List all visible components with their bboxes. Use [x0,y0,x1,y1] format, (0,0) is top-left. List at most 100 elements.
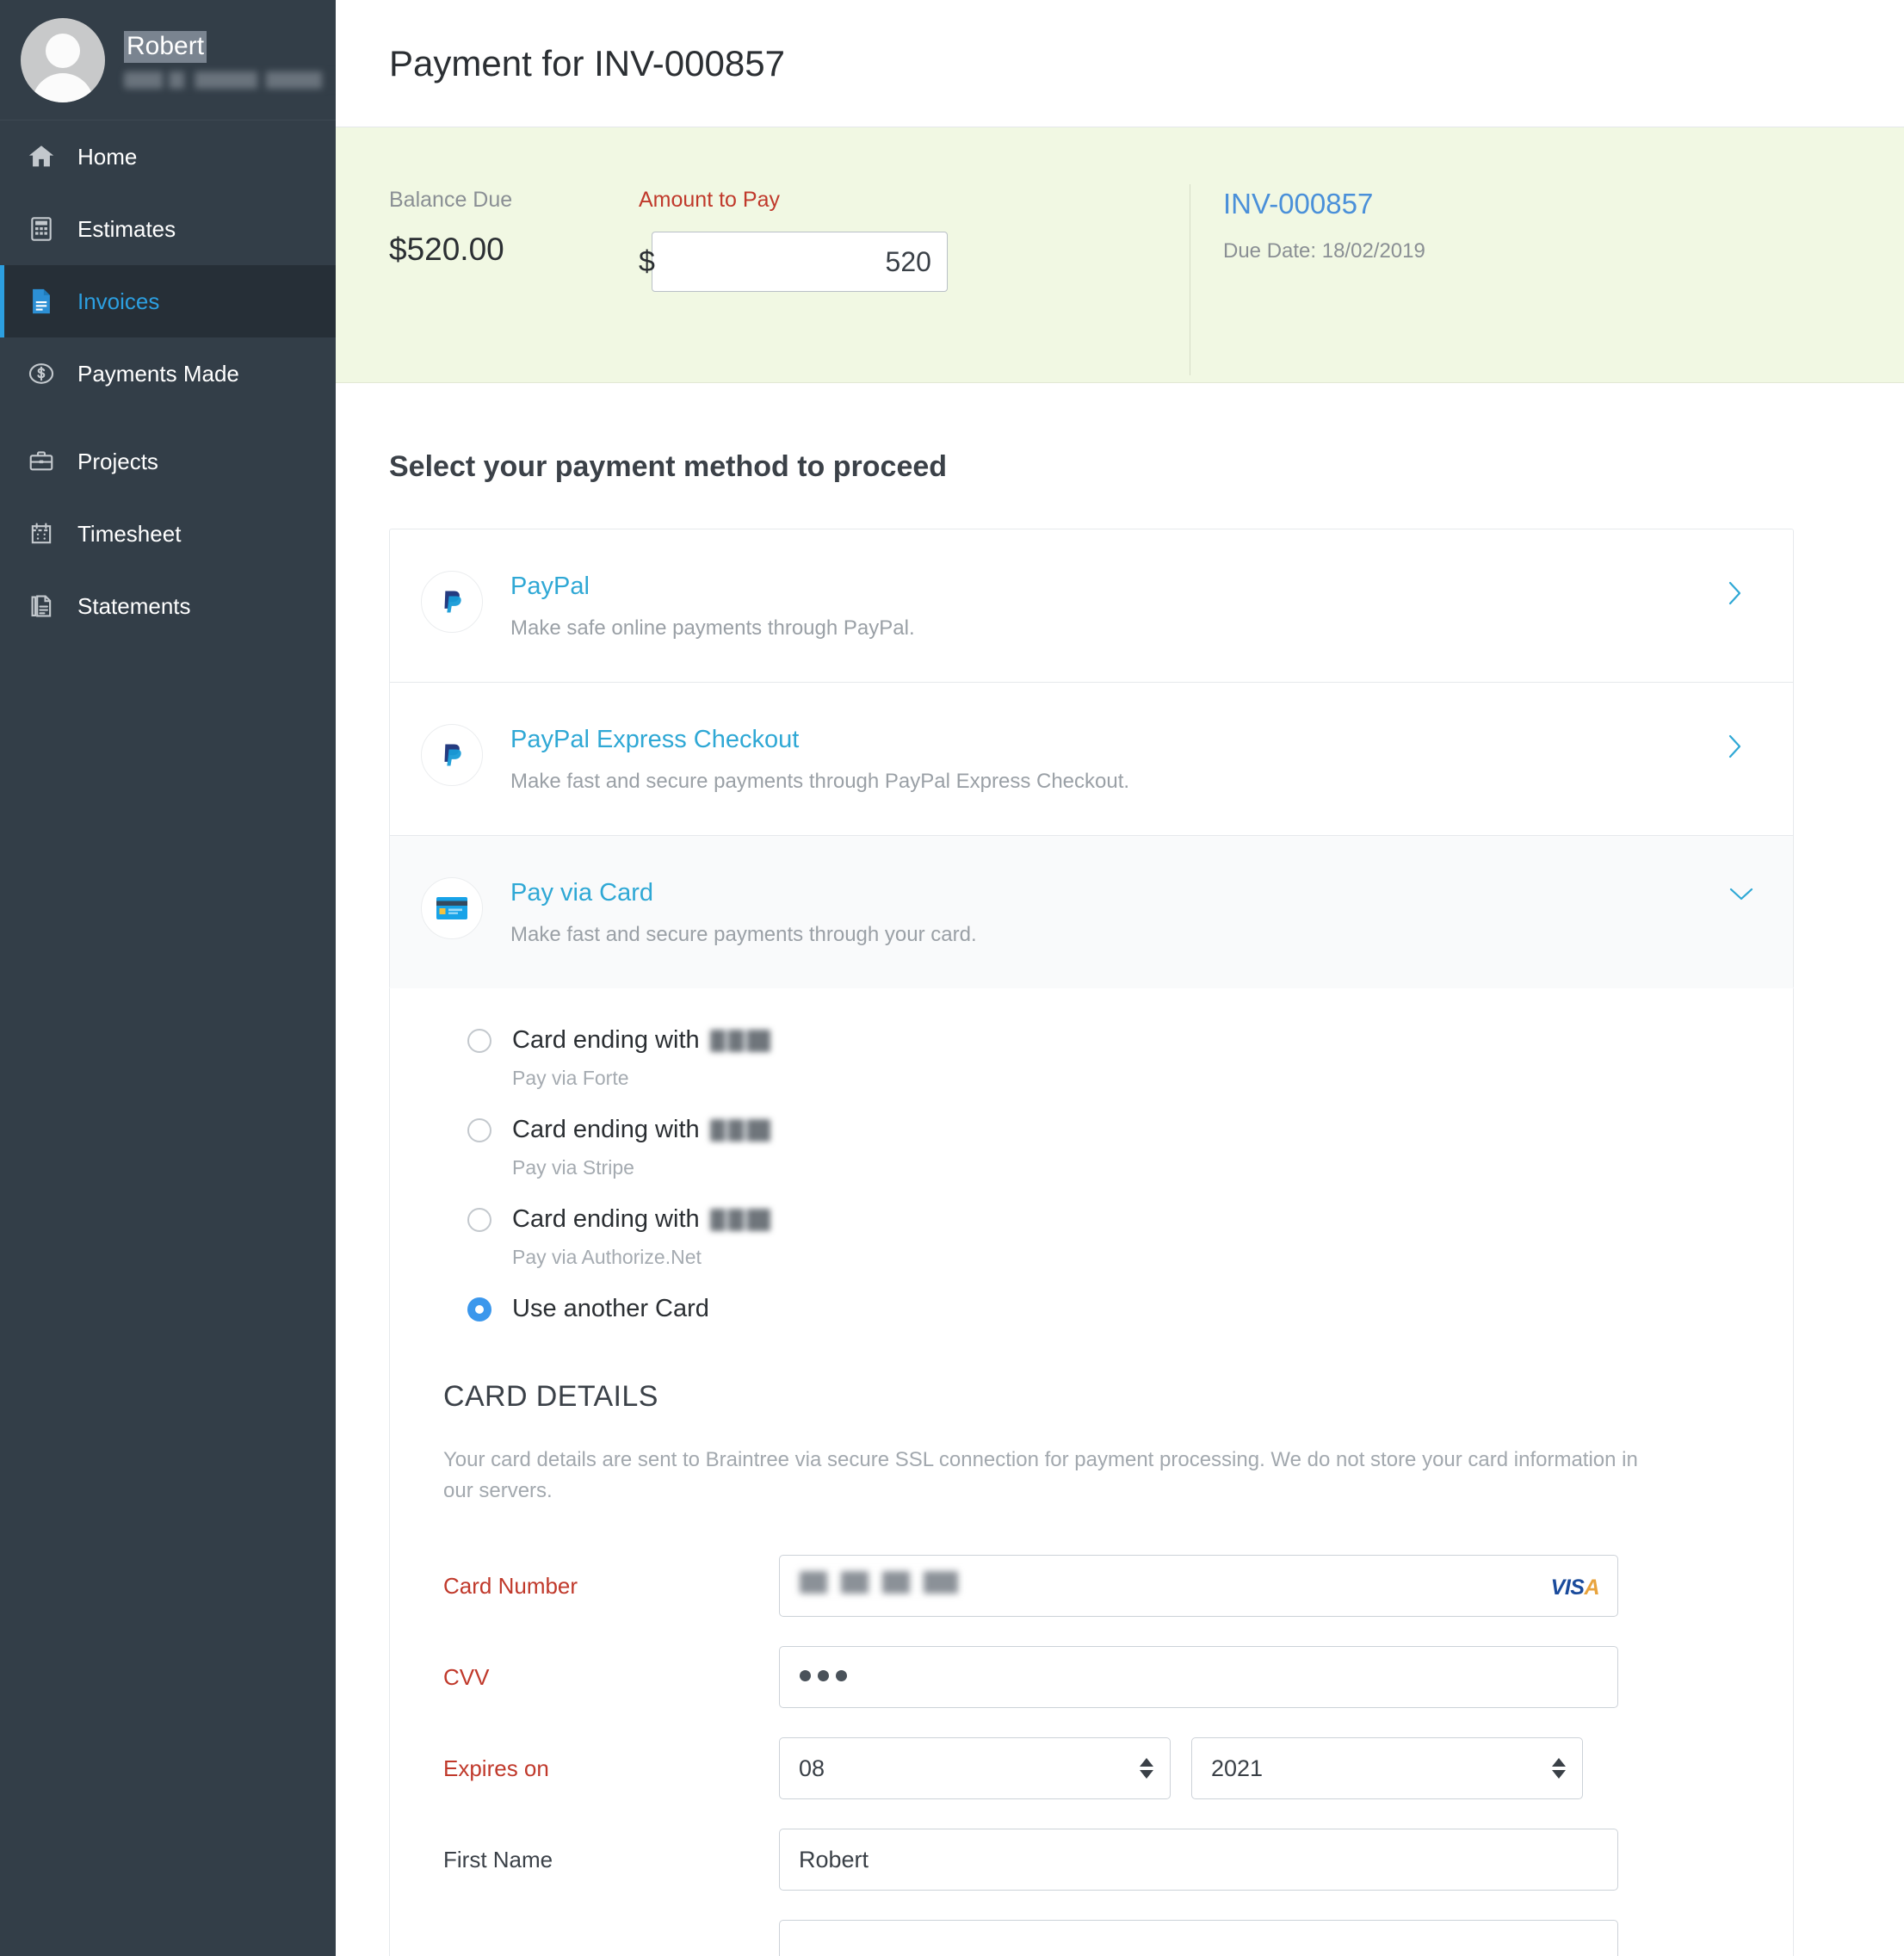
cvv-label: CVV [443,1663,490,1690]
payment-body: Select your payment method to proceed Pa… [336,383,1904,1956]
radio-saved-card-authorizenet[interactable] [467,1207,491,1232]
chevron-right-icon[interactable] [1724,724,1759,768]
chevron-down-icon[interactable] [1724,877,1759,909]
sidebar-item-label: Projects [77,448,158,474]
sidebar-item-home[interactable]: Home [0,121,336,193]
balance-due-block: Balance Due $520.00 [389,188,639,268]
masked-card-digits [709,1118,770,1142]
invoice-info-block: INV-000857 Due Date: 18/02/2019 [1190,188,1425,263]
expiry-month-select[interactable] [779,1737,1171,1799]
profile-email-masked [124,71,339,89]
profile-name: Robert [124,31,207,63]
radio-use-another-card[interactable] [467,1297,491,1322]
payment-method-title: PayPal Express Checkout [510,726,800,753]
last-name-input[interactable] [779,1920,1618,1956]
card-payment-panel: Card ending with Pay via Forte Card endi… [389,988,1794,1956]
expiry-year-select[interactable] [1191,1737,1583,1799]
payment-method-title: PayPal [510,573,590,600]
sidebar-item-label: Estimates [77,215,176,242]
statement-icon [21,592,62,620]
payment-method-title: Pay via Card [510,879,654,907]
profile-block[interactable]: Robert [0,0,339,121]
sidebar-item-invoices[interactable]: Invoices [0,265,336,337]
cvv-input[interactable] [779,1646,1618,1708]
avatar [21,17,105,102]
saved-card-gateway: Pay via Authorize.Net [512,1246,702,1268]
credit-card-icon [421,877,483,939]
field-row-cvv: CVV [443,1646,1793,1708]
invoice-number-link[interactable]: INV-000857 [1223,188,1425,220]
sidebar-item-label: Home [77,143,138,170]
payment-method-card[interactable]: Pay via Card Make fast and secure paymen… [390,836,1793,988]
calculator-icon [21,215,62,243]
saved-card-label: Card ending with [512,1205,700,1233]
chevron-right-icon[interactable] [1724,571,1759,615]
sidebar-item-timesheet[interactable]: Timesheet [0,498,336,570]
first-name-input[interactable] [779,1829,1618,1891]
page-header: Payment for INV-000857 [336,0,1904,127]
saved-card-label: Card ending with [512,1116,700,1143]
sidebar-item-estimates[interactable]: Estimates [0,193,336,265]
paypal-icon [421,571,483,633]
section-title: Select your payment method to proceed [389,450,948,483]
sidebar-item-label: Statements [77,592,191,619]
masked-card-digits [709,1208,770,1231]
masked-card-digits [709,1029,770,1052]
invoice-due-date: Due Date: 18/02/2019 [1223,239,1425,263]
card-number-label: Card Number [443,1572,578,1599]
card-details-section: CARD DETAILS Your card details are sent … [390,1328,1793,1956]
payment-summary-band: Balance Due $520.00 Amount to Pay $ INV-… [336,127,1904,383]
saved-card-row[interactable]: Card ending with [467,1205,1793,1234]
sidebar-nav: Home Estimates Invoices Payments Made Pr… [0,121,336,642]
sidebar-item-statements[interactable]: Statements [0,570,336,642]
paypal-icon [421,724,483,786]
payment-method-paypal-express[interactable]: PayPal Express Checkout Make fast and se… [390,683,1793,836]
home-icon [21,142,62,171]
page-title: Payment for INV-000857 [389,42,785,84]
calendar-clock-icon [21,520,62,548]
sidebar-item-label: Timesheet [77,520,182,547]
main-content: Payment for INV-000857 Balance Due $520.… [336,0,1904,1956]
payment-method-desc: Make safe online payments through PayPal… [510,616,915,640]
sidebar-item-label: Payments Made [77,360,239,387]
balance-due-value: $520.00 [389,232,504,267]
payment-method-paypal[interactable]: PayPal Make safe online payments through… [390,529,1793,683]
saved-card-row[interactable]: Card ending with [467,1116,1793,1144]
masked-card-number [800,1571,972,1594]
visa-icon: VISA [1550,1575,1600,1600]
app-root: Robert Home Estimates Invoices Payments … [0,0,1904,1956]
use-another-card-label: Use another Card [512,1295,709,1322]
amount-to-pay-input[interactable] [651,232,948,292]
sidebar-divider-gap [0,410,336,425]
field-row-expires-on: Expires on [443,1737,1793,1799]
saved-card-label: Card ending with [512,1026,700,1054]
expires-on-label: Expires on [443,1755,549,1781]
payment-method-desc: Make fast and secure payments through Pa… [510,770,1130,793]
card-details-note: Your card details are sent to Braintree … [443,1448,1638,1502]
saved-card-gateway: Pay via Forte [512,1067,629,1089]
amount-to-pay-label: Amount to Pay [639,188,780,212]
expiry-year-wrap [1191,1737,1583,1799]
use-another-card-row[interactable]: Use another Card [467,1295,1793,1323]
field-row-last-name [443,1920,1793,1956]
sidebar: Robert Home Estimates Invoices Payments … [0,0,339,1956]
sidebar-item-label: Invoices [77,288,160,314]
amount-to-pay-block: Amount to Pay $ [639,188,1190,292]
saved-card-row[interactable]: Card ending with [467,1026,1793,1055]
dollar-circle-icon [21,359,62,388]
briefcase-icon [21,448,62,475]
sidebar-item-projects[interactable]: Projects [0,425,336,498]
payment-methods-list: PayPal Make safe online payments through… [389,529,1794,989]
expiry-month-wrap [779,1737,1171,1799]
payment-method-desc: Make fast and secure payments through yo… [510,923,977,946]
card-details-heading: CARD DETAILS [443,1380,658,1413]
saved-cards-radio-group: Card ending with Pay via Forte Card endi… [390,1026,1793,1323]
first-name-label: First Name [443,1846,553,1872]
saved-card-gateway: Pay via Stripe [512,1156,634,1179]
radio-saved-card-stripe[interactable] [467,1117,491,1142]
radio-saved-card-forte[interactable] [467,1028,491,1053]
document-icon [21,287,62,316]
currency-symbol: $ [639,244,655,278]
sidebar-item-payments-made[interactable]: Payments Made [0,337,336,410]
cvv-masked-value [800,1670,847,1681]
